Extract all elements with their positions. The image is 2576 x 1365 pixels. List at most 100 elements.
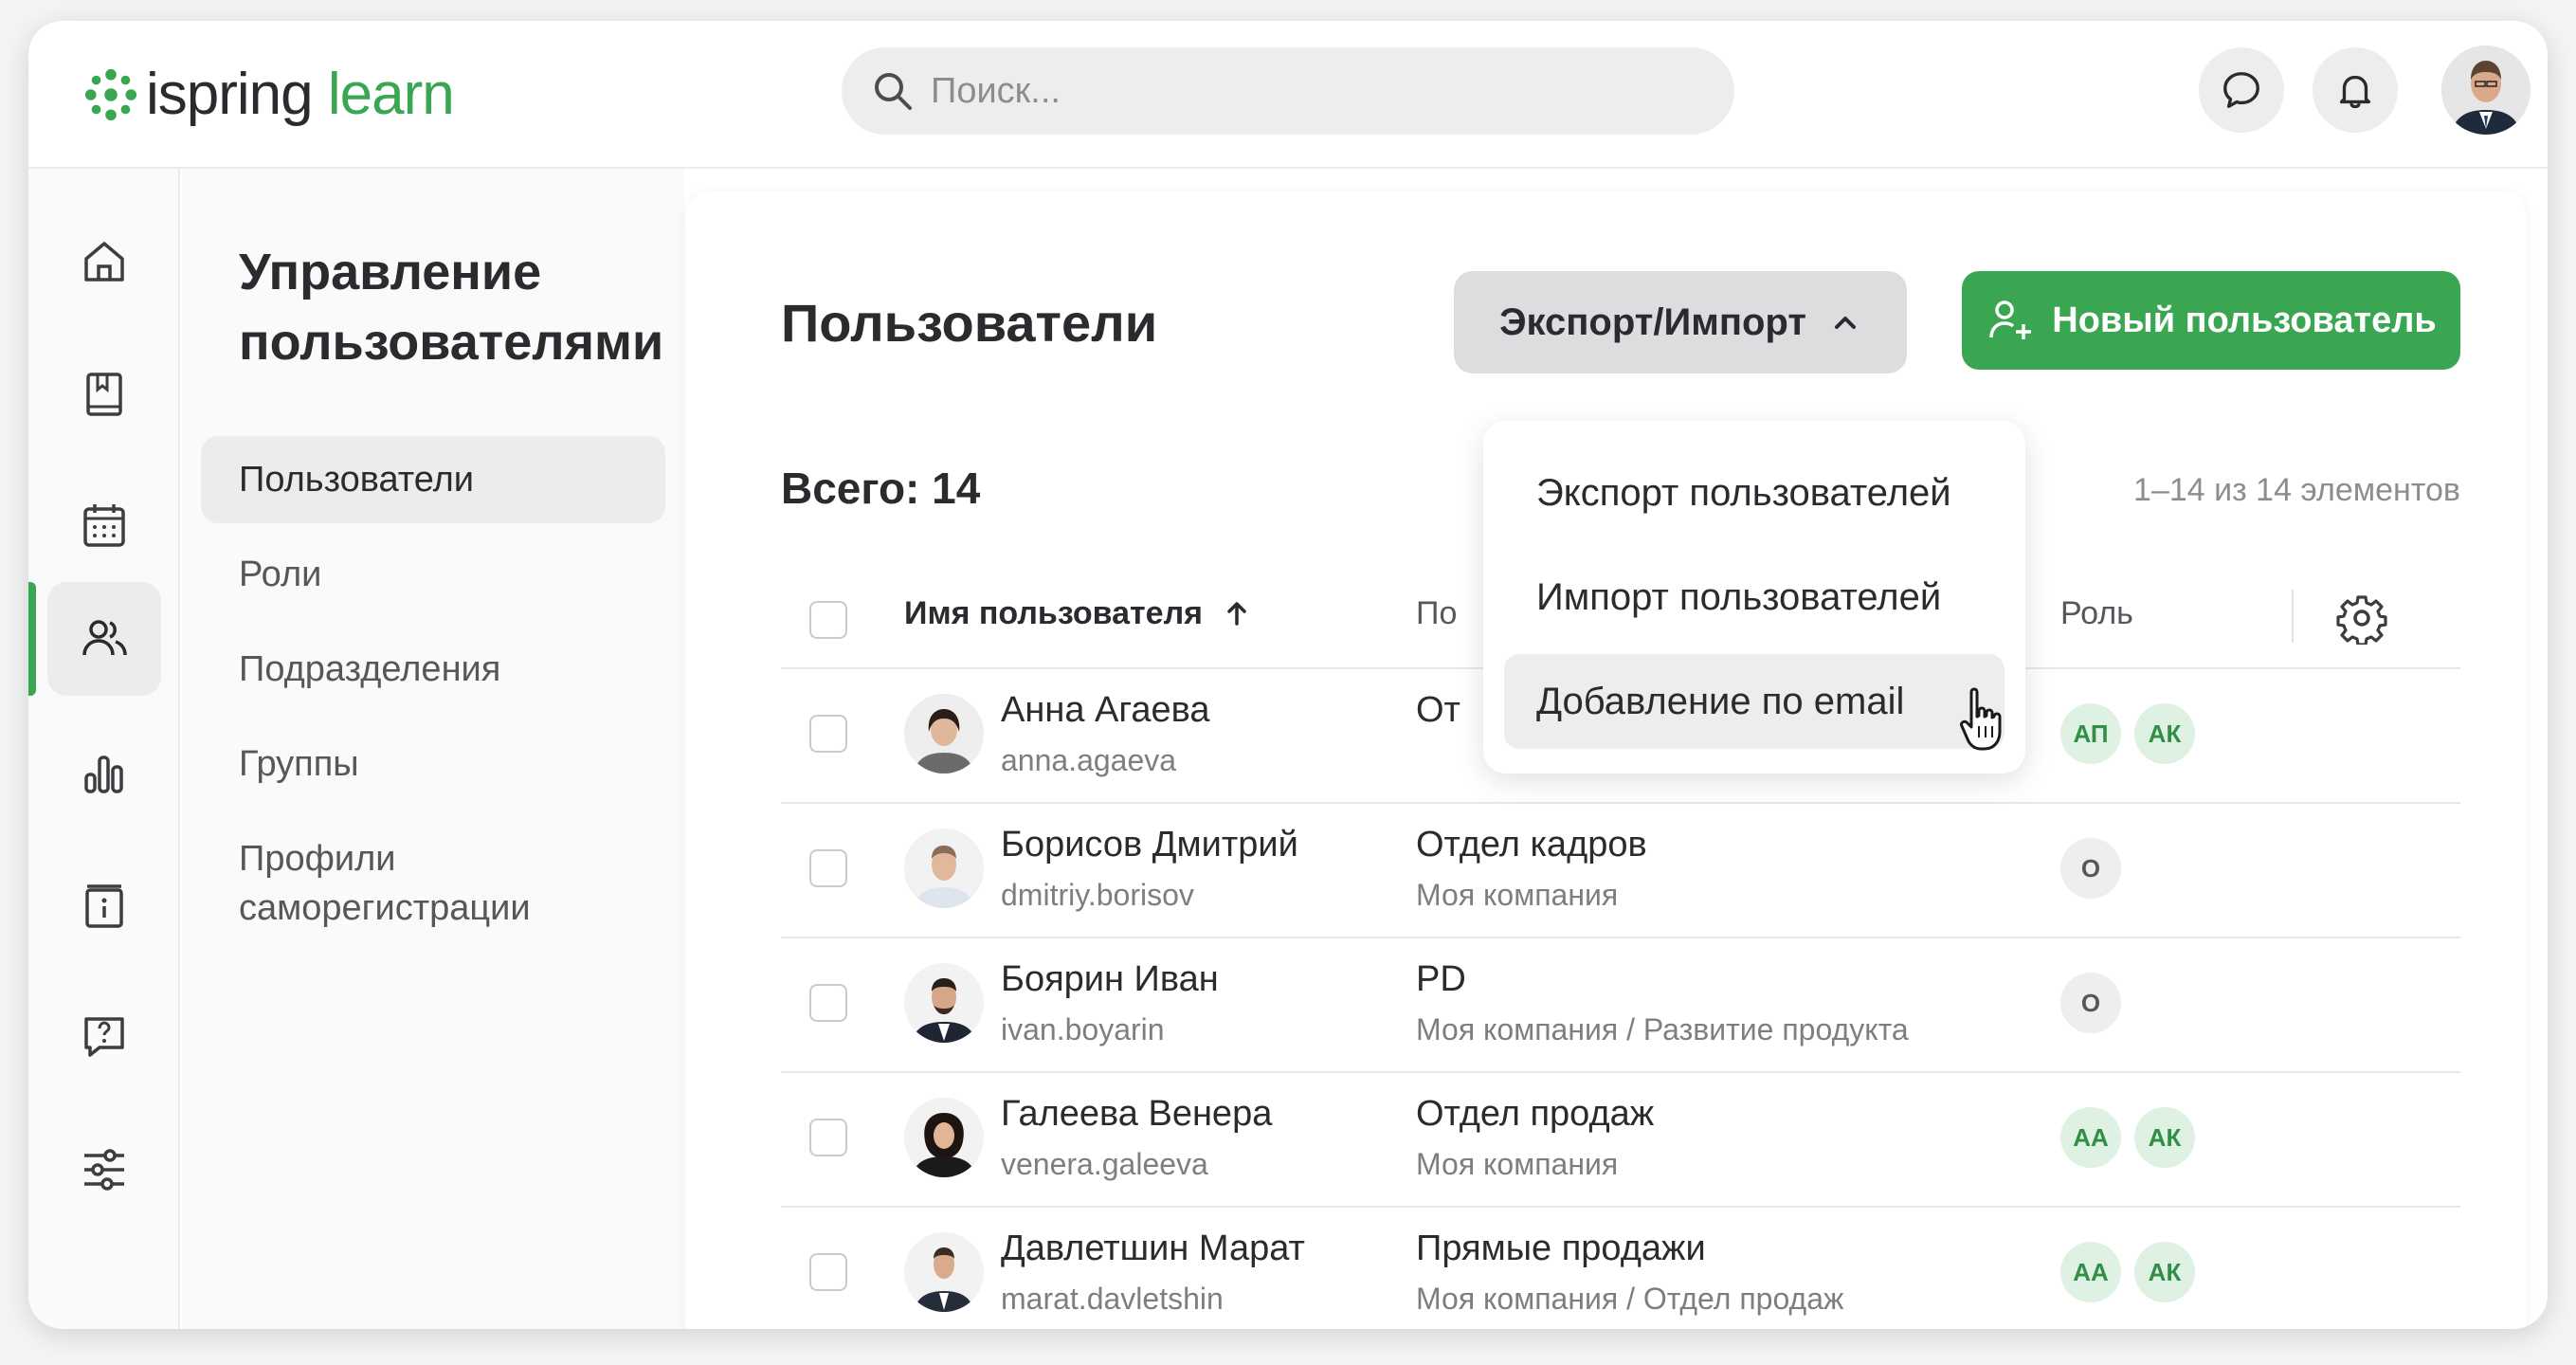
role-badge: АК xyxy=(2134,1242,2195,1302)
settings-sliders-icon xyxy=(84,1149,124,1191)
avatar xyxy=(904,828,984,908)
user-name[interactable]: Анна Агаева xyxy=(1001,690,1210,731)
user-photo-icon xyxy=(904,828,984,908)
user-photo-icon xyxy=(2441,46,2531,135)
sub-navigation: Управление пользователями Пользователи Р… xyxy=(182,169,684,1329)
user-department-path: Моя компания xyxy=(1416,878,1619,912)
user-department-path: Моя компания xyxy=(1416,1147,1619,1181)
chevron-up-icon xyxy=(1834,317,1856,329)
user-photo-icon xyxy=(904,694,984,774)
rail-calendar[interactable] xyxy=(47,468,161,582)
role-badges: АА АК xyxy=(2060,1107,2195,1168)
user-department: От xyxy=(1416,690,1460,730)
column-department[interactable]: По xyxy=(1416,595,1457,632)
book-icon xyxy=(86,373,122,416)
pagination-info: 1–14 из 14 элементов xyxy=(2133,472,2460,508)
user-department: Отдел продаж xyxy=(1416,1094,1655,1134)
notifications-button[interactable] xyxy=(2313,47,2398,133)
column-separator xyxy=(2292,590,2294,643)
menu-item-import-users[interactable]: Импорт пользователей xyxy=(1504,550,2005,645)
user-name[interactable]: Боярин Иван xyxy=(1001,959,1219,1000)
user-login: venera.galeeva xyxy=(1001,1147,1208,1181)
subnav-groups[interactable]: Группы xyxy=(201,739,665,789)
user-login: anna.agaeva xyxy=(1001,743,1177,777)
user-department-path: Моя компания / Развитие продукта xyxy=(1416,1012,1909,1046)
logo-text: ispring learn xyxy=(146,62,455,127)
menu-item-export-users[interactable]: Экспорт пользователей xyxy=(1504,446,2005,540)
new-user-button[interactable]: Новый пользователь xyxy=(1962,271,2460,370)
subnav-departments[interactable]: Подразделения xyxy=(201,645,665,694)
role-badges: АП АК xyxy=(2060,703,2195,764)
menu-item-add-by-email[interactable]: Добавление по email xyxy=(1504,654,2005,749)
left-rail xyxy=(28,169,180,1329)
export-import-button[interactable]: Экспорт/Импорт xyxy=(1454,271,1907,373)
row-checkbox[interactable] xyxy=(809,984,847,1022)
role-badge: АП xyxy=(2060,703,2121,764)
export-import-dropdown: Экспорт пользователей Импорт пользовател… xyxy=(1483,421,2025,774)
user-department-path: Моя компания / Отдел продаж xyxy=(1416,1282,1844,1316)
role-badge: О xyxy=(2060,838,2121,899)
subnav-roles[interactable]: Роли xyxy=(201,550,665,599)
table-row[interactable]: Боярин Иван ivan.boyarin PD Моя компания… xyxy=(781,938,2460,1073)
rail-info[interactable] xyxy=(47,849,161,963)
gear-icon[interactable] xyxy=(2335,592,2388,645)
users-icon xyxy=(82,620,127,656)
row-checkbox[interactable] xyxy=(809,1119,847,1156)
subnav-users[interactable]: Пользователи xyxy=(201,436,665,523)
row-checkbox[interactable] xyxy=(809,1253,847,1291)
table-row[interactable]: Галеева Венера venera.galeeva Отдел прод… xyxy=(781,1073,2460,1208)
rail-home[interactable] xyxy=(47,205,161,318)
chat-button[interactable] xyxy=(2199,47,2284,133)
rail-users[interactable] xyxy=(47,582,161,696)
bell-icon xyxy=(2339,75,2371,109)
user-avatar[interactable] xyxy=(2441,46,2531,135)
user-department: Прямые продажи xyxy=(1416,1228,1706,1268)
avatar xyxy=(904,694,984,774)
sort-arrow-up-icon xyxy=(1227,602,1247,626)
subnav-self-registration[interactable]: Профили саморегистрации xyxy=(201,834,599,933)
rail-reports[interactable] xyxy=(47,717,161,830)
top-bar: ispring learn xyxy=(28,21,2548,169)
avatar xyxy=(904,1098,984,1177)
user-name[interactable]: Борисов Дмитрий xyxy=(1001,825,1298,865)
user-name[interactable]: Давлетшин Марат xyxy=(1001,1228,1305,1269)
avatar xyxy=(904,1232,984,1312)
chart-icon xyxy=(84,755,123,793)
user-department: Отдел кадров xyxy=(1416,825,1647,864)
user-department: PD xyxy=(1416,959,1466,999)
total-count: Всего: 14 xyxy=(781,464,981,513)
help-icon xyxy=(84,1017,124,1057)
role-badge: АА xyxy=(2060,1242,2121,1302)
section-title: Управление пользователями xyxy=(239,244,664,371)
table-row[interactable]: Давлетшин Марат marat.davletshin Прямые … xyxy=(781,1208,2460,1329)
column-name[interactable]: Имя пользователя xyxy=(904,595,1251,632)
rail-courses[interactable] xyxy=(47,337,161,451)
hand-cursor-icon xyxy=(1960,687,2002,751)
user-photo-icon xyxy=(904,963,984,1043)
page-title: Пользователи xyxy=(781,293,1158,353)
add-user-icon xyxy=(1989,300,2032,339)
rail-help[interactable] xyxy=(47,980,161,1094)
user-name[interactable]: Галеева Венера xyxy=(1001,1094,1272,1135)
column-role[interactable]: Роль xyxy=(2060,595,2133,632)
active-indicator xyxy=(28,582,36,696)
table-row[interactable]: Борисов Дмитрий dmitriy.borisov Отдел ка… xyxy=(781,804,2460,938)
calendar-icon xyxy=(83,504,125,547)
role-badge: АА xyxy=(2060,1107,2121,1168)
role-badges: О xyxy=(2060,838,2121,899)
ispring-logo-icon xyxy=(84,68,137,120)
search-bar[interactable] xyxy=(842,47,1734,135)
role-badges: О xyxy=(2060,973,2121,1033)
role-badge: О xyxy=(2060,973,2121,1033)
user-login: marat.davletshin xyxy=(1001,1282,1224,1316)
avatar xyxy=(904,963,984,1043)
search-input[interactable] xyxy=(931,70,1689,112)
rail-settings[interactable] xyxy=(47,1113,161,1227)
chat-icon xyxy=(2223,72,2259,108)
row-checkbox[interactable] xyxy=(809,849,847,887)
home-icon xyxy=(84,242,124,282)
info-icon xyxy=(85,884,123,928)
logo[interactable]: ispring learn xyxy=(83,61,455,128)
select-all-checkbox[interactable] xyxy=(809,601,847,639)
row-checkbox[interactable] xyxy=(809,715,847,753)
